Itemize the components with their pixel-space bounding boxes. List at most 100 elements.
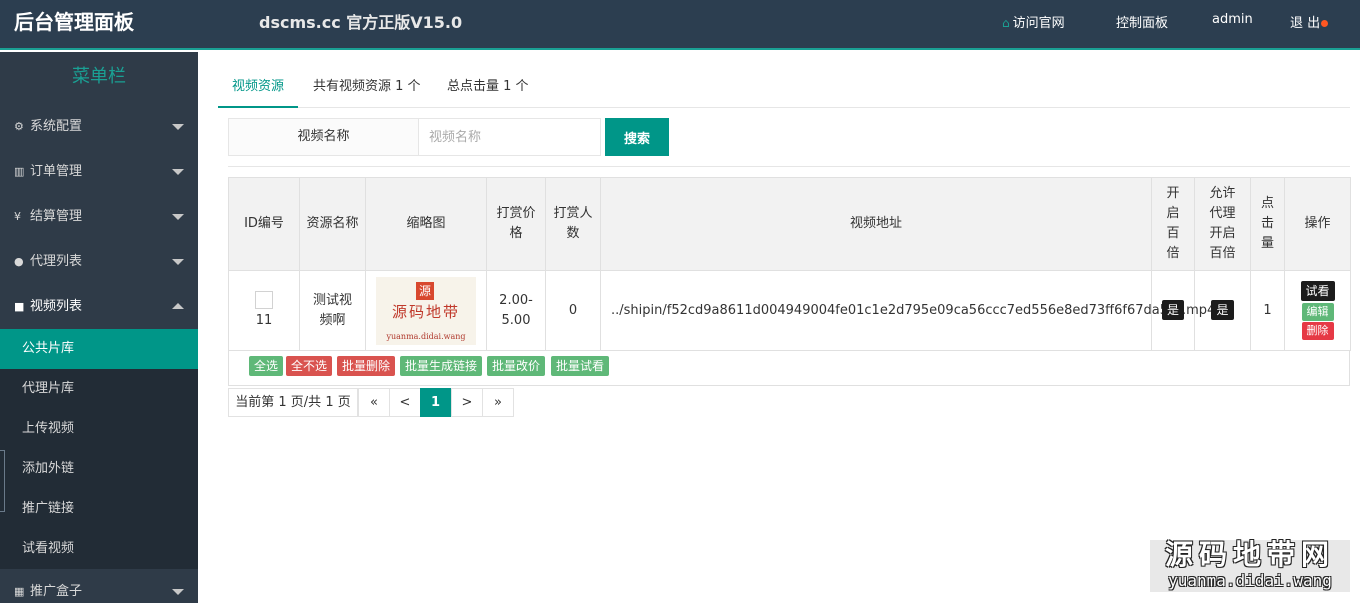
sidebar-group-orders[interactable]: ▥ 订单管理 bbox=[0, 149, 198, 194]
hundredfold-toggle[interactable]: 是 bbox=[1161, 300, 1184, 320]
sidebar: 菜单栏 ⚙ 系统配置 ▥ 订单管理 ¥ 结算管理 ● 代理列表 ■ 视频列表 公共片库 代… bbox=[0, 52, 198, 603]
brand-title: 后台管理面板 bbox=[14, 10, 134, 34]
clicks-cell: 1 bbox=[1250, 270, 1285, 351]
sidebar-group-agents[interactable]: ● 代理列表 bbox=[0, 239, 198, 284]
batch-actions: 全选 全不选 批量删除 批量生成链接 批量改价 批量试看 bbox=[228, 350, 1350, 386]
top-header: 后台管理面板 dscms.cc 官方正版V15.0 ⌂ 访问官网 控制面板 adm… bbox=[0, 0, 1360, 50]
price-cell: 2.00-5.00 bbox=[486, 270, 546, 351]
column-header: 打赏人数 bbox=[545, 177, 601, 271]
tab-video-resources[interactable]: 视频资源 bbox=[218, 76, 299, 108]
sidebar-group-label: 推广盒子 bbox=[30, 584, 83, 599]
user-icon: ● bbox=[14, 255, 24, 268]
last-page-button[interactable]: » bbox=[482, 388, 514, 417]
chevron-down-icon bbox=[172, 214, 184, 220]
column-header: ID编号 bbox=[228, 177, 300, 271]
version-label: dscms.cc 官方正版V15.0 bbox=[259, 13, 463, 32]
first-page-button[interactable]: « bbox=[358, 388, 390, 417]
sidebar-group-label: 代理列表 bbox=[30, 254, 83, 269]
actions-cell: 试看 编辑 删除 bbox=[1284, 270, 1351, 351]
delete-button[interactable]: 删除 bbox=[1301, 322, 1334, 340]
visit-site-label: 访问官网 bbox=[1012, 16, 1065, 31]
video-submenu: 公共片库 代理片库 上传视频 添加外链 推广链接 试看视频 bbox=[0, 329, 198, 569]
thumbnail-logo-text: 源码地带 bbox=[391, 302, 460, 321]
visit-site-link[interactable]: ⌂ 访问官网 bbox=[1002, 12, 1065, 31]
sidebar-item-agent-library[interactable]: 代理片库 bbox=[0, 369, 198, 409]
search-label: 视频名称 bbox=[228, 118, 419, 156]
column-header: 操作 bbox=[1284, 177, 1351, 271]
home-icon: ⌂ bbox=[1002, 16, 1010, 30]
name-cell: 测试视频啊 bbox=[299, 270, 366, 351]
thumbnail-cell: 源 源码地带 yuanma.didai.wang bbox=[365, 270, 487, 351]
logout-link[interactable]: 退 出 bbox=[1290, 12, 1329, 31]
chevron-down-icon bbox=[172, 259, 184, 265]
main-content: 视频资源 共有视频资源 1 个 总点击量 1 个 视频名称 搜索 ID编号 资源… bbox=[198, 52, 1360, 603]
column-header: 缩略图 bbox=[365, 177, 487, 271]
video-path-cell: ../shipin/f52cd9a8611d004949004fe01c1e2d… bbox=[600, 270, 1215, 351]
sidebar-group-label: 订单管理 bbox=[30, 164, 83, 179]
next-page-button[interactable]: > bbox=[451, 388, 483, 417]
dashboard-link[interactable]: 控制面板 bbox=[1116, 12, 1168, 31]
watermark-logo: 源码地带网 yuanma.didai.wang bbox=[1150, 540, 1350, 592]
batch-generate-links-button[interactable]: 批量生成链接 bbox=[400, 356, 483, 376]
sidebar-group-label: 系统配置 bbox=[30, 119, 83, 134]
sidebar-group-promo-box[interactable]: ▦ 推广盒子 bbox=[0, 569, 198, 614]
yen-icon: ¥ bbox=[14, 210, 21, 223]
row-id: 11 bbox=[255, 312, 273, 328]
chevron-down-icon bbox=[172, 169, 184, 175]
sidebar-item-promo-links[interactable]: 推广链接 bbox=[0, 489, 198, 529]
chevron-down-icon bbox=[172, 124, 184, 130]
prev-page-button[interactable]: < bbox=[389, 388, 421, 417]
donors-cell: 0 bbox=[545, 270, 601, 351]
page-info: 当前第 1 页/共 1 页 bbox=[228, 388, 358, 417]
user-menu[interactable]: admin bbox=[1212, 12, 1253, 27]
select-all-button[interactable]: 全选 bbox=[249, 356, 284, 376]
gear-icon: ⚙ bbox=[14, 120, 24, 133]
video-camera-icon: ■ bbox=[14, 300, 25, 313]
sidebar-group-videos[interactable]: ■ 视频列表 bbox=[0, 284, 198, 329]
sidebar-item-preview-videos[interactable]: 试看视频 bbox=[0, 529, 198, 569]
video-table: ID编号 资源名称 缩略图 打赏价格 打赏人数 视频地址 开启百倍 允许代理开启… bbox=[228, 177, 1351, 351]
sidebar-group-label: 视频列表 bbox=[30, 299, 83, 314]
table-header-row: ID编号 资源名称 缩略图 打赏价格 打赏人数 视频地址 开启百倍 允许代理开启… bbox=[228, 177, 1351, 271]
chevron-up-icon bbox=[172, 303, 184, 309]
menu-title: 菜单栏 bbox=[72, 66, 126, 87]
thumbnail-seal: 源 bbox=[416, 281, 434, 300]
edit-button[interactable]: 编辑 bbox=[1301, 303, 1334, 321]
search-input[interactable] bbox=[419, 118, 601, 156]
resource-count: 共有视频资源 1 个 bbox=[313, 79, 421, 94]
tab-bar: 视频资源 共有视频资源 1 个 总点击量 1 个 bbox=[218, 76, 1350, 108]
thumbnail-logo-url: yuanma.didai.wang bbox=[386, 331, 466, 341]
logout-label: 退 出 bbox=[1290, 16, 1321, 31]
sidebar-item-upload-video[interactable]: 上传视频 bbox=[0, 409, 198, 449]
watermark-title: 源码地带网 bbox=[1164, 538, 1335, 571]
column-header: 打赏价格 bbox=[486, 177, 546, 271]
sidebar-collapse-handle[interactable] bbox=[0, 450, 5, 512]
table-icon: ▦ bbox=[14, 585, 25, 598]
sidebar-item-public-library[interactable]: 公共片库 bbox=[0, 329, 198, 369]
sidebar-group-settlement[interactable]: ¥ 结算管理 bbox=[0, 194, 198, 239]
id-cell: 11 bbox=[228, 270, 300, 351]
search-button[interactable]: 搜索 bbox=[605, 118, 669, 156]
bar-chart-icon: ▥ bbox=[14, 165, 25, 178]
column-header: 视频地址 bbox=[600, 177, 1152, 271]
batch-delete-button[interactable]: 批量删除 bbox=[337, 356, 396, 376]
batch-change-price-button[interactable]: 批量改价 bbox=[487, 356, 546, 376]
preview-button[interactable]: 试看 bbox=[1300, 281, 1335, 301]
table-row: 11 测试视频啊 源 源码地带 yuanma.didai.wang 2.00-5… bbox=[228, 270, 1351, 351]
divider bbox=[228, 166, 1350, 167]
column-header: 开启百倍 bbox=[1151, 177, 1195, 271]
sidebar-group-label: 结算管理 bbox=[30, 209, 83, 224]
batch-preview-button[interactable]: 批量试看 bbox=[551, 356, 610, 376]
sidebar-group-system-config[interactable]: ⚙ 系统配置 bbox=[0, 104, 198, 149]
row-checkbox[interactable] bbox=[255, 291, 273, 309]
column-header: 资源名称 bbox=[299, 177, 366, 271]
video-thumbnail[interactable]: 源 源码地带 yuanma.didai.wang bbox=[376, 276, 476, 345]
current-page-button[interactable]: 1 bbox=[420, 388, 451, 417]
column-header: 允许代理开启百倍 bbox=[1194, 177, 1251, 271]
sidebar-item-add-external-link[interactable]: 添加外链 bbox=[0, 449, 198, 489]
column-header: 点击量 bbox=[1250, 177, 1285, 271]
notification-dot-icon bbox=[1321, 20, 1329, 27]
agent-hundredfold-toggle[interactable]: 是 bbox=[1211, 300, 1234, 320]
select-none-button[interactable]: 全不选 bbox=[286, 356, 333, 376]
total-clicks: 总点击量 1 个 bbox=[447, 79, 529, 94]
